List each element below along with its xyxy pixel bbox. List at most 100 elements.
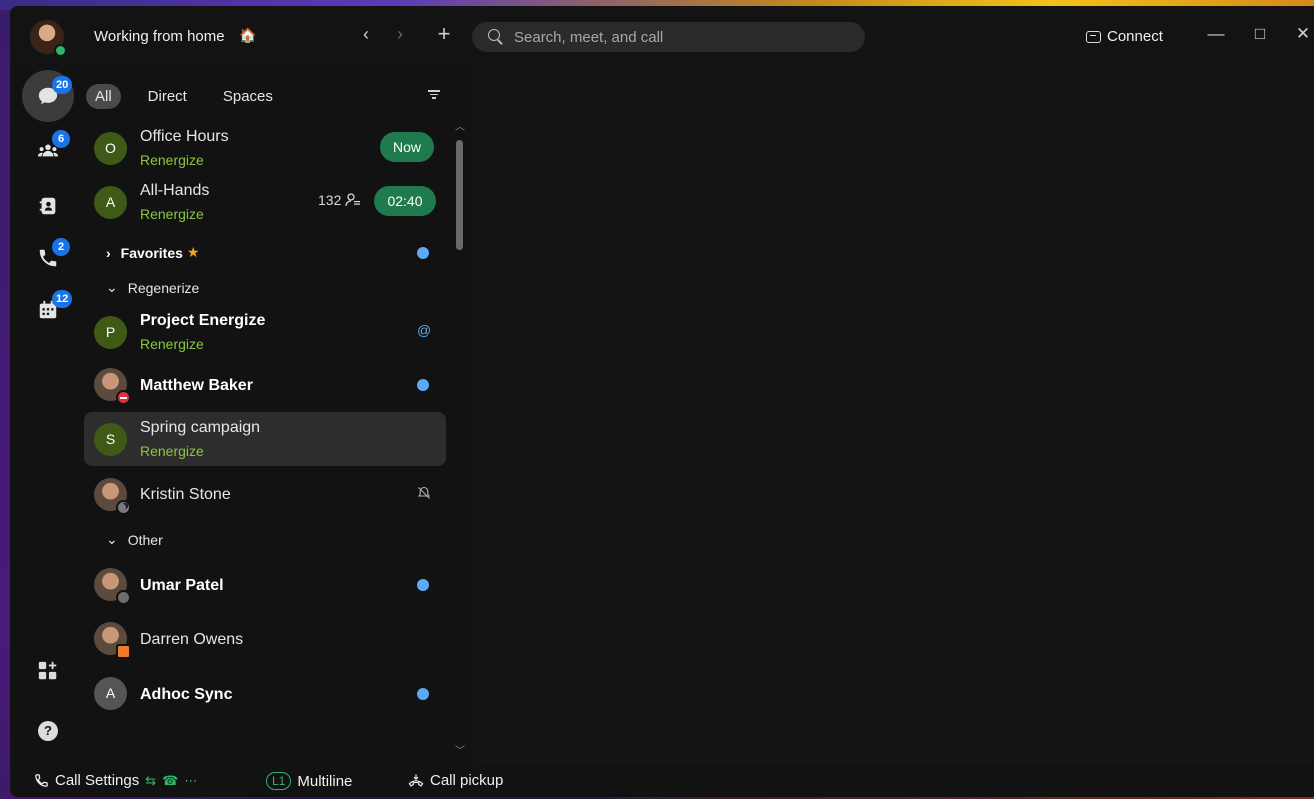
team-name: Renergize [140,336,204,352]
list-item-office-hours[interactable]: O Office Hours Renergize Now [84,118,446,172]
search-icon [488,29,504,45]
in-meeting-icon [116,644,131,659]
calendar-badge: 12 [52,290,73,308]
space-avatar: P [94,316,127,349]
team-name: Renergize [140,152,204,168]
avatar [94,478,131,515]
chevron-right-icon: › [106,244,111,261]
list-item-darren-owens[interactable]: Darren Owens [84,612,446,666]
forward-call-icon: ⇆ [145,772,157,788]
space-name: Adhoc Sync [140,686,233,703]
help-icon: ? [38,721,58,741]
space-name: Project Energize [140,312,266,329]
calling-bar: Call Settings ⇆ ☎ ⋯ L1 Multiline Call pi… [10,763,1314,797]
contact-name: Darren Owens [140,631,244,648]
rail-teams[interactable]: 6 [22,124,74,176]
list-item-kristin-stone[interactable]: Kristin Stone [84,468,446,522]
list-item-umar-patel[interactable]: Umar Patel [84,558,446,612]
forward-button[interactable]: › [390,24,410,45]
minimize-button[interactable]: — [1206,24,1226,44]
connect-label: Connect [1107,28,1163,45]
multiline-button[interactable]: L1 Multiline [266,772,352,790]
away-presence-icon [116,500,131,515]
connect-icon [1086,30,1101,43]
participant-count: 132 [318,192,361,208]
chevron-down-icon: ⌄ [106,531,118,547]
search-bar[interactable] [472,22,865,52]
do-not-disturb-icon [116,390,131,405]
navigation-rail: 20 6 2 12 ? [10,68,82,768]
conversation-list: O Office Hours Renergize Now A All-Hands… [82,118,448,768]
house-icon: 🏠 [239,27,257,43]
unread-indicator [417,379,429,391]
maximize-button[interactable]: □ [1250,24,1270,44]
section-other[interactable]: ⌄ Other [106,531,163,548]
unread-indicator [417,579,429,591]
webex-window: Working from home 🏠 ‹ › + Connect — □ ✕ … [10,6,1314,797]
contact-name: Umar Patel [140,577,224,594]
rail-contacts[interactable] [22,180,74,232]
unread-indicator [417,247,429,259]
avatar [94,568,131,605]
participants-icon [345,193,361,207]
scroll-down-icon[interactable]: ﹀ [455,742,465,757]
scroll-thumb[interactable] [456,140,463,250]
messaging-badge: 20 [52,76,73,94]
space-name: Office Hours [140,128,229,145]
filter-spaces[interactable]: Spaces [214,84,282,109]
list-item-adhoc-sync[interactable]: A Adhoc Sync [84,666,446,720]
space-avatar: S [94,423,127,456]
my-avatar[interactable] [30,20,67,57]
avatar [94,368,131,405]
list-item-project-energize[interactable]: P Project Energize Renergize @ [84,304,446,358]
call-pickup-icon [408,774,424,787]
rail-messaging[interactable]: 20 [22,70,74,122]
list-filters: All Direct Spaces [86,84,282,109]
call-settings-button[interactable]: Call Settings ⇆ ☎ ⋯ [34,772,197,789]
contact-name: Kristin Stone [140,486,231,503]
list-scrollbar[interactable]: ︿ ﹀ [452,116,468,760]
rail-calendar[interactable]: 12 [22,284,74,336]
space-avatar: A [94,186,127,219]
team-name: Renergize [140,206,204,222]
filter-options-icon[interactable] [428,88,440,100]
new-button[interactable]: + [434,21,454,47]
chevron-down-icon: ⌄ [106,279,118,295]
title-bar: Working from home 🏠 ‹ › + Connect — □ ✕ [10,6,1314,68]
mention-icon: @ [417,322,432,338]
join-now-button[interactable]: Now [380,132,434,162]
star-icon: ★ [186,244,200,260]
meeting-timer-button[interactable]: 02:40 [374,186,436,216]
list-item-all-hands[interactable]: A All-Hands Renergize 132 02:40 [84,172,446,226]
call-pickup-label: Call pickup [430,772,504,789]
space-name: Spring campaign [140,419,261,436]
contacts-icon [39,197,56,215]
avatar [94,622,131,659]
space-avatar: A [94,677,127,710]
filter-direct[interactable]: Direct [139,84,196,109]
team-name: Renergize [140,443,204,459]
back-button[interactable]: ‹ [356,24,376,45]
close-button[interactable]: ✕ [1293,24,1313,44]
help-button[interactable]: ? [35,716,61,742]
available-presence-icon [54,44,67,57]
do-not-disturb-call-icon: ☎ [162,772,179,788]
filter-all[interactable]: All [86,84,121,109]
call-pickup-button[interactable]: Call pickup [408,772,503,789]
search-input[interactable] [514,28,844,46]
status-message[interactable]: Working from home [94,28,225,45]
add-apps-button[interactable] [35,660,61,686]
section-label: Other [127,531,163,548]
scroll-up-icon[interactable]: ︿ [455,118,465,133]
content-area [473,68,1314,768]
list-item-spring-campaign[interactable]: S Spring campaign Renergize [84,412,446,466]
section-regenerize[interactable]: ⌄ Regenerize [106,279,199,296]
connect-button[interactable]: Connect [1086,28,1163,45]
rail-calling[interactable]: 2 [22,232,74,284]
list-item-matthew-baker[interactable]: Matthew Baker [84,358,446,412]
section-label: Regenerize [127,279,200,296]
line-indicator: L1 [266,772,292,790]
section-label: Favorites [120,244,183,261]
section-favorites[interactable]: › Favorites ★ [106,244,199,261]
apps-icon [38,661,57,680]
